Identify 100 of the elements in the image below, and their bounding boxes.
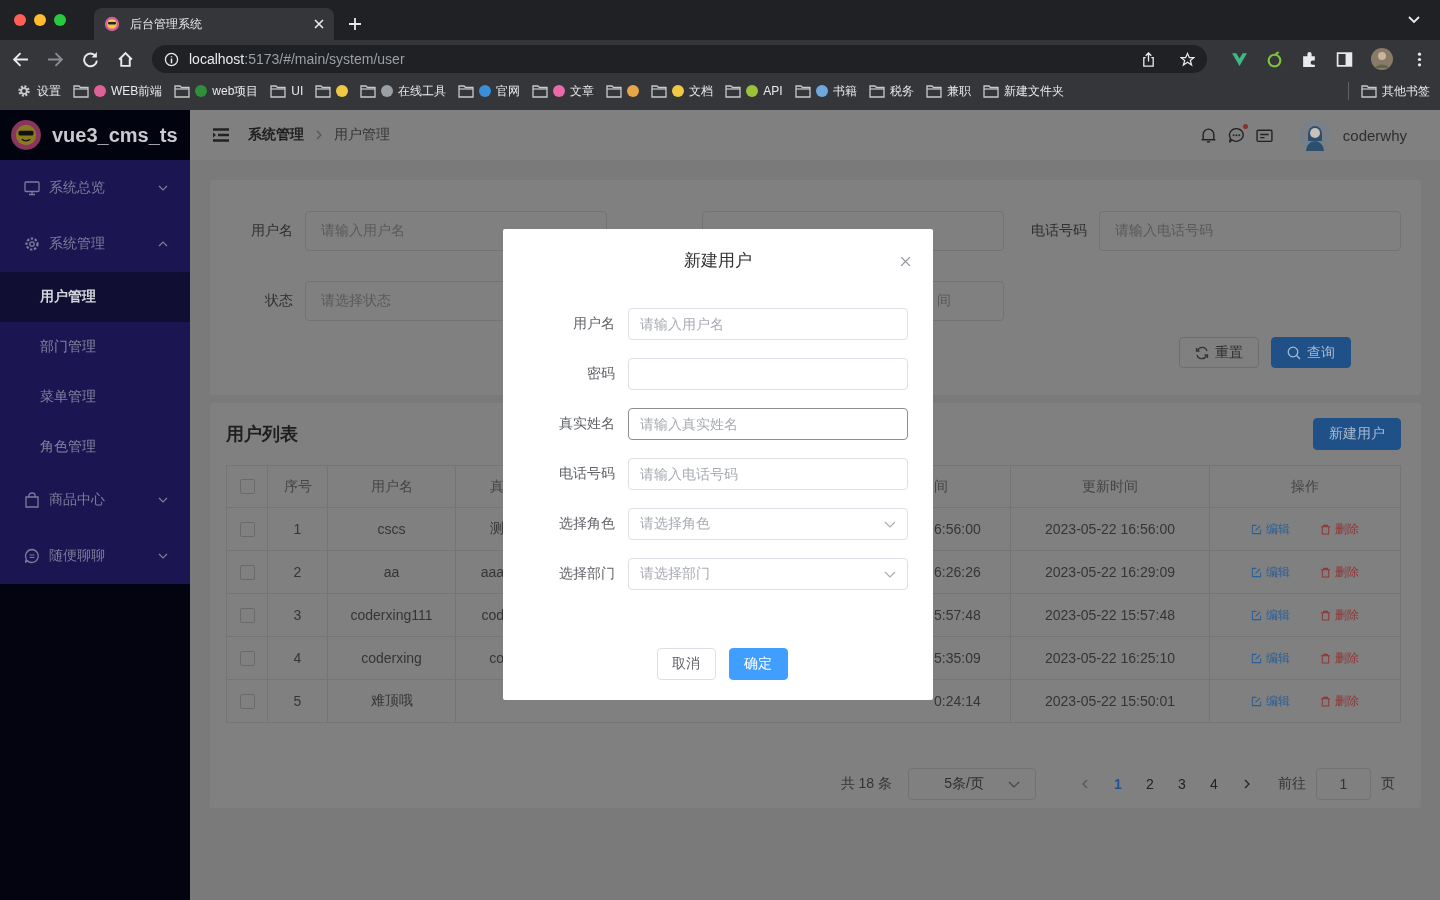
username[interactable]: coderwhy [1342,126,1407,144]
field-label: 选择角色 [558,515,615,533]
bookmark-folder[interactable]: 书籍 [794,82,857,100]
field-label: 用户名 [251,222,293,238]
menu-group[interactable]: 随便聊聊 [0,528,190,584]
settings-bookmark[interactable]: 设置 [16,82,61,100]
new-tab-icon[interactable] [348,17,362,31]
profile-avatar-icon[interactable] [1371,48,1393,70]
chevron-icon [158,185,168,191]
menu-item[interactable]: 角色管理 [0,422,190,472]
menu-group[interactable]: 商品中心 [0,472,190,528]
extensions-icon[interactable] [1301,50,1318,68]
folder-icon [174,84,191,98]
folder-icon [794,84,811,98]
bookmark-folder[interactable] [606,84,640,98]
bookmark-folder[interactable]: 文档 [651,82,714,100]
card-icon[interactable] [1255,126,1273,144]
table-cell: 难顶哦 [370,692,413,710]
page-number[interactable]: 3 [1166,776,1198,792]
reload-icon[interactable] [82,50,99,68]
menu-icon[interactable] [212,128,230,142]
page-number[interactable]: 4 [1198,776,1230,792]
table-cell: 5 [293,693,302,709]
chevron-icon [158,553,168,559]
select-field[interactable]: 请选择角色 [628,508,908,540]
caret-icon [884,570,896,578]
chevron-down-icon[interactable] [1408,16,1420,24]
sun-logo-icon [104,16,120,32]
menu-group[interactable]: 系统管理 [0,216,190,272]
create-user-button[interactable]: 新建用户 [1313,417,1401,450]
chevron-icon [158,241,168,247]
page-suffix: 页 [1381,775,1395,793]
confirm-button[interactable]: 确定 [728,648,788,680]
ring-extension-icon[interactable] [1266,50,1283,68]
bookmark-folder[interactable]: WEB前端 [73,82,163,100]
next-page-icon[interactable] [1244,779,1250,789]
breadcrumb-item[interactable]: 系统管理 [248,126,304,144]
page-input[interactable]: 1 [1316,768,1371,800]
total-count: 共 18 条 [840,775,892,793]
page-size-select[interactable]: 5条/页 [908,768,1036,800]
edit-icon [1251,609,1262,621]
table-cell: coderxing [361,650,422,666]
bookmark-folder[interactable]: 在线工具 [360,82,447,100]
menu-item[interactable]: 部门管理 [0,322,190,372]
search-icon [1287,345,1301,360]
shopping-bag-icon [24,492,40,508]
sidebar-icon[interactable] [1336,50,1353,68]
field-label: 选择部门 [558,565,615,583]
monitor-icon [24,180,40,196]
table-cell: 1 [293,521,302,537]
field-label: 真实姓名 [558,415,615,433]
cancel-button[interactable]: 取消 [656,648,716,680]
folder-icon [270,84,287,98]
table-cell: 2023-05-22 16:25:10 [1045,650,1175,666]
table-cell: 6:26:26 [934,564,981,580]
back-icon[interactable] [12,50,29,68]
search-button[interactable]: 查询 [1271,337,1351,368]
table-cell: coderxing111 [350,607,433,623]
folder-icon [725,84,742,98]
browser-tab[interactable]: 后台管理系统 [94,8,334,40]
bookmark-folder[interactable]: 其他书签 [1361,82,1430,100]
close-window-icon[interactable] [14,14,26,26]
menu-item[interactable]: 用户管理 [0,272,190,322]
home-icon[interactable] [117,50,134,68]
table-cell: 5:57:48 [934,607,981,623]
folder-icon [606,84,623,98]
table-cell: cscs [377,521,406,537]
avatar-icon[interactable] [1298,119,1331,151]
reset-button[interactable]: 重置 [1179,337,1259,368]
field-label: 状态 [265,292,293,308]
field-label: 电话号码 [558,465,615,483]
bookmark-folder[interactable]: 新建文件夹 [982,82,1064,100]
column-header: 用户名 [370,477,413,496]
input-field[interactable]: 请输入真实姓名 [628,408,908,440]
chat-icon[interactable] [1227,126,1245,144]
chevron-right-icon [316,130,322,140]
bookmark-folder[interactable] [315,84,349,98]
folder-icon [360,84,377,98]
menu-group[interactable]: 系统总览 [0,160,190,216]
bookmark-folder[interactable]: 税务 [868,82,914,100]
menu-item[interactable]: 菜单管理 [0,372,190,422]
bookmark-folder[interactable]: 文章 [532,82,595,100]
forward-icon[interactable] [47,50,64,68]
star-icon[interactable] [1180,51,1195,67]
column-header: 间 [934,477,948,496]
bookmark-folder[interactable]: UI [270,84,304,98]
bookmark-folder[interactable]: 官网 [458,82,521,100]
bookmark-folder[interactable]: 兼职 [925,82,971,100]
select-field[interactable]: 请选择部门 [628,558,908,590]
page-number[interactable]: 2 [1134,776,1166,792]
share-icon[interactable] [1141,51,1156,67]
maximize-window-icon[interactable] [54,14,66,26]
bookmark-folder[interactable]: web项目 [174,82,259,100]
address-bar[interactable]: localhost:5173/#/main/system/user [152,45,1207,73]
bell-icon[interactable] [1199,126,1217,144]
vue-extension-icon[interactable] [1231,50,1248,68]
bookmark-folder[interactable]: API [725,84,783,98]
table-cell: aaa [480,564,504,580]
table-cell: 2023-05-22 16:29:09 [1045,564,1175,580]
minimize-window-icon[interactable] [34,14,46,26]
